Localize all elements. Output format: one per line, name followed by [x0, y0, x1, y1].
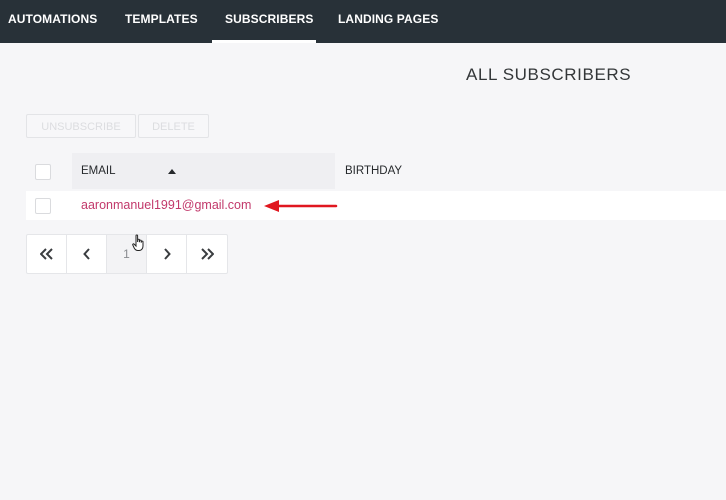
delete-button[interactable]: DELETE — [138, 114, 209, 138]
tab-landing-pages[interactable]: LANDING PAGES — [338, 0, 438, 43]
unsubscribe-button[interactable]: UNSUBSCRIBE — [26, 114, 136, 138]
next-page-button[interactable] — [147, 235, 187, 273]
hand-cursor-icon — [132, 234, 144, 251]
active-tab-indicator — [212, 40, 316, 43]
email-column-label: EMAIL — [81, 165, 116, 177]
previous-page-button[interactable] — [67, 235, 107, 273]
tab-subscribers[interactable]: SUBSCRIBERS — [225, 0, 313, 43]
tab-automations[interactable]: AUTOMATIONS — [8, 0, 97, 43]
chevron-left-icon — [82, 248, 90, 260]
double-chevron-left-icon — [39, 248, 53, 260]
chevron-right-icon — [163, 248, 171, 260]
red-arrow-icon — [264, 200, 338, 212]
pagination: 1 — [26, 234, 228, 274]
row-checkbox[interactable] — [35, 198, 51, 214]
birthday-column-header[interactable]: BIRTHDAY — [345, 165, 402, 177]
subscriber-email-link[interactable]: aaronmanuel1991@gmail.com — [81, 198, 251, 212]
first-page-button[interactable] — [27, 235, 67, 273]
sort-ascending-icon — [168, 169, 176, 174]
page-title: ALL SUBSCRIBERS — [466, 65, 632, 84]
last-page-button[interactable] — [187, 235, 227, 273]
email-column-header[interactable]: EMAIL — [72, 153, 335, 189]
top-nav: AUTOMATIONS TEMPLATES SUBSCRIBERS LANDIN… — [0, 0, 726, 43]
tab-templates[interactable]: TEMPLATES — [125, 0, 198, 43]
table-header: EMAIL BIRTHDAY — [26, 153, 726, 189]
double-chevron-right-icon — [201, 248, 214, 260]
select-all-checkbox[interactable] — [35, 164, 51, 180]
table-row: aaronmanuel1991@gmail.com — [26, 191, 726, 220]
